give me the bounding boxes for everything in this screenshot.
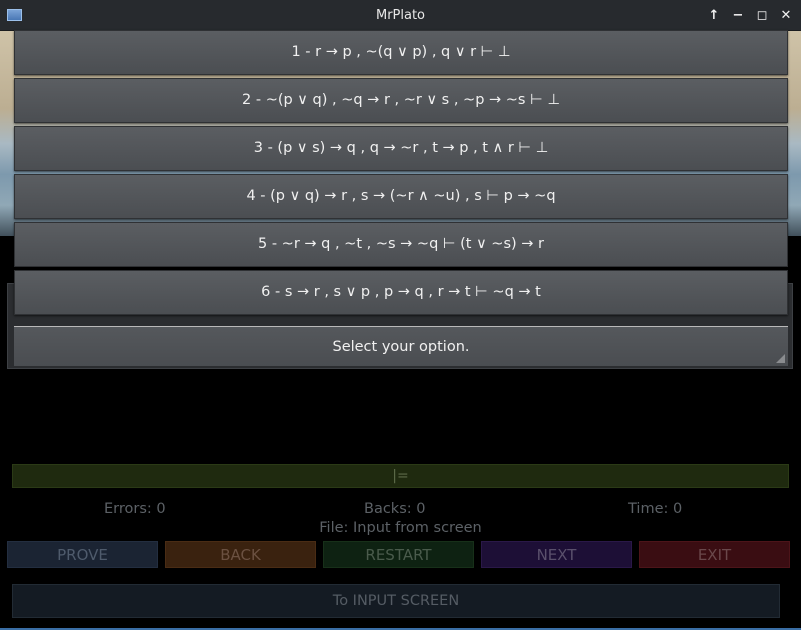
option-5[interactable]: 5 - ~r → q , ~t , ~s → ~q ⊢ (t ∨ ~s) → r: [14, 222, 788, 267]
select-prompt-label: Select your option.: [332, 339, 470, 355]
option-3[interactable]: 3 - (p ∨ s) → q , q → ~r , t → p , t ∧ r…: [14, 126, 788, 171]
time-counter: Time: 0: [628, 501, 683, 517]
resize-grip-icon[interactable]: [776, 354, 785, 363]
option-2[interactable]: 2 - ~(p ∨ q) , ~q → r , ~r ∨ s , ~p → ~s…: [14, 78, 788, 123]
file-label: File: Input from screen: [319, 520, 482, 536]
exit-button[interactable]: EXIT: [639, 541, 790, 568]
option-4[interactable]: 4 - (p ∨ q) → r , s → (~r ∧ ~u) , s ⊢ p …: [14, 174, 788, 219]
formula-bar[interactable]: |=: [12, 464, 789, 488]
back-button[interactable]: BACK: [165, 541, 316, 568]
close-icon[interactable]: ✕: [777, 6, 795, 24]
keep-above-icon[interactable]: ↑: [705, 6, 723, 24]
minimize-icon[interactable]: −: [729, 6, 747, 24]
select-prompt: Select your option.: [14, 326, 788, 366]
title-bar: MrPlato ↑ − ◻ ✕: [0, 0, 801, 31]
next-button[interactable]: NEXT: [481, 541, 632, 568]
maximize-icon[interactable]: ◻: [753, 6, 771, 24]
restart-button[interactable]: RESTART: [323, 541, 474, 568]
option-6[interactable]: 6 - s → r , s ∨ p , p → q , r → t ⊢ ~q →…: [14, 270, 788, 315]
errors-counter: Errors: 0: [104, 501, 166, 517]
backs-counter: Backs: 0: [364, 501, 426, 517]
prove-button[interactable]: PROVE: [7, 541, 158, 568]
window-title: MrPlato: [375, 8, 426, 23]
input-screen-button[interactable]: To INPUT SCREEN: [12, 584, 780, 618]
option-1[interactable]: 1 - r → p , ~(q ∨ p) , q ∨ r ⊢ ⊥: [14, 30, 788, 75]
